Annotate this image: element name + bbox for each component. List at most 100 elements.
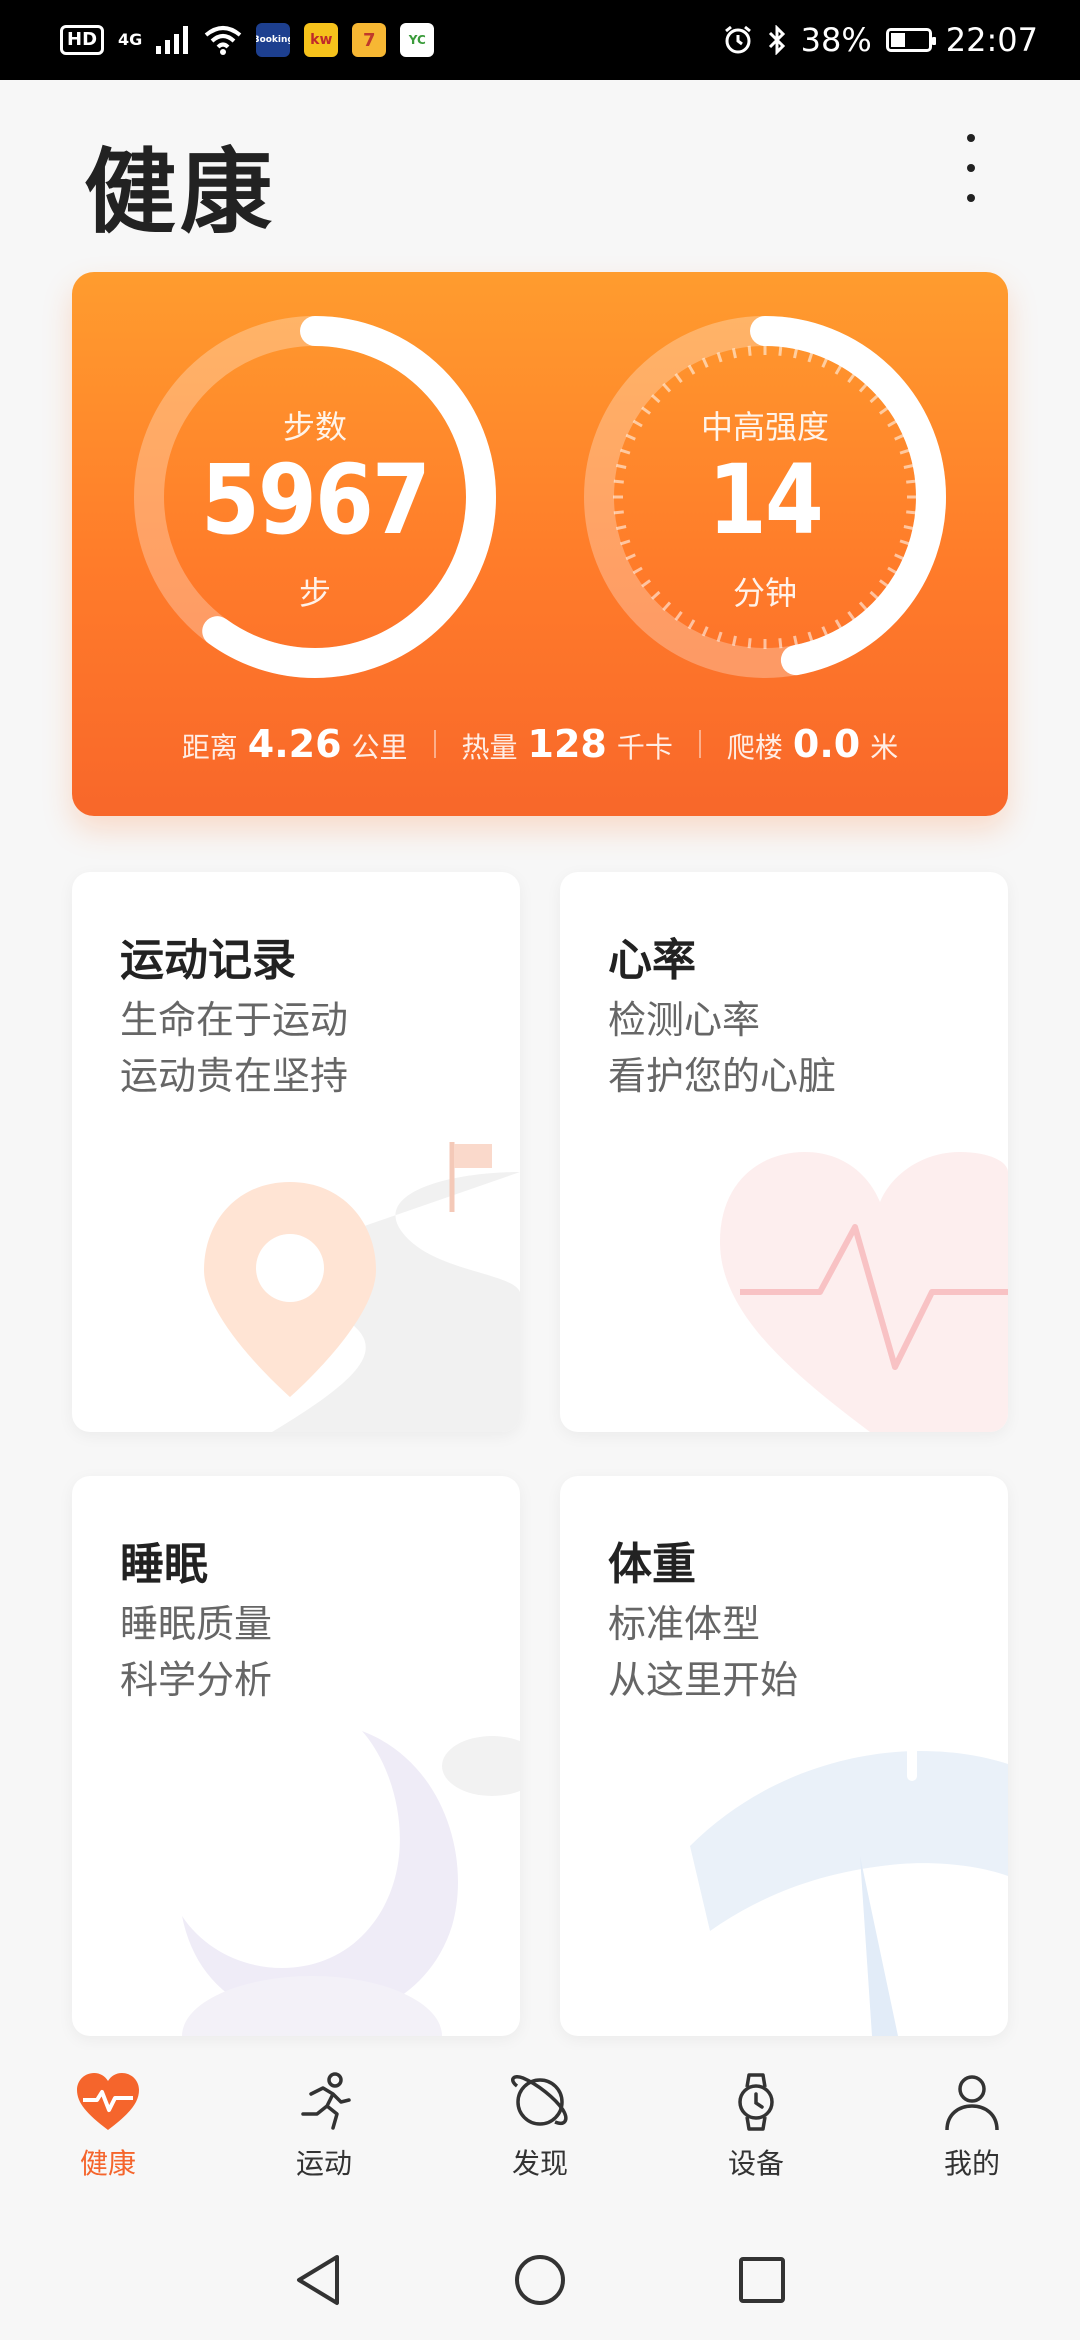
stat-floors: 爬楼 0.0 米 <box>727 722 898 766</box>
ring-tick <box>869 394 879 404</box>
steps-value: 5967 <box>200 444 431 556</box>
stat-value: 4.26 <box>247 722 342 766</box>
nav-discover[interactable]: 发现 <box>460 2050 620 2220</box>
card-subtitle-line: 看护您的心脏 <box>608 1054 837 1098</box>
ring-tick <box>778 638 783 649</box>
planet-icon <box>511 2074 568 2126</box>
ring-tick <box>701 357 709 368</box>
ring-tick <box>747 345 752 356</box>
yc-app-icon: YC <box>400 23 435 57</box>
watch-icon <box>738 2073 774 2131</box>
back-icon[interactable] <box>293 2253 343 2307</box>
card-subtitle-line: 检测心率 <box>608 998 761 1042</box>
hd-badge: HD <box>60 25 105 55</box>
recents-icon[interactable] <box>737 2255 787 2305</box>
ring-tick <box>674 373 683 384</box>
ring-tick <box>687 364 696 375</box>
nav-label: 设备 <box>727 2147 784 2180</box>
ring-tick <box>821 626 829 637</box>
intensity-label: 中高强度 <box>700 408 829 446</box>
stat-value: 128 <box>527 722 607 766</box>
card-subtitle-line: 科学分析 <box>120 1658 273 1702</box>
divider <box>433 730 436 758</box>
ring-tick <box>747 638 752 649</box>
stat-unit: 米 <box>870 731 899 764</box>
card-heart-rate[interactable]: 心率 检测心率 看护您的心脏 <box>560 872 1008 1432</box>
nav-label: 健康 <box>79 2147 136 2180</box>
divider <box>698 730 701 758</box>
ring-tick <box>731 635 737 646</box>
ring-tick <box>834 619 843 630</box>
clock: 22:07 <box>945 21 1038 59</box>
more-options-button[interactable] <box>956 128 986 208</box>
nav-health[interactable]: 健康 <box>28 2050 188 2220</box>
stat-distance: 距离 4.26 公里 <box>182 722 408 766</box>
status-bar: HD 4G Booking kw 7 YC 38% 22:07 <box>0 0 1080 80</box>
stat-unit: 千卡 <box>616 731 673 764</box>
intensity-unit: 分钟 <box>732 574 797 612</box>
card-subtitle: 睡眠质量 科学分析 <box>120 1596 272 1708</box>
summary-stats-row: 距离 4.26 公里 热量 128 千卡 爬楼 0.0 米 <box>72 722 1008 766</box>
nav-label: 我的 <box>943 2147 1000 2180</box>
stat-label: 热量 <box>461 731 518 764</box>
stat-label: 距离 <box>181 731 238 764</box>
stat-value: 0.0 <box>792 722 861 766</box>
network-type: 4G <box>118 30 143 49</box>
stat-unit: 公里 <box>351 731 408 764</box>
nav-me[interactable]: 我的 <box>892 2050 1052 2220</box>
bluetooth-icon <box>768 25 785 55</box>
card-sleep[interactable]: 睡眠 睡眠质量 科学分析 <box>72 1476 520 2036</box>
card-title: 体重 <box>608 1539 696 1590</box>
ring-tick <box>807 351 814 363</box>
card-subtitle: 生命在于运动 运动贵在坚持 <box>120 992 348 1104</box>
intensity-value: 14 <box>707 444 824 556</box>
card-subtitle: 标准体型 从这里开始 <box>608 1596 798 1708</box>
ring-tick <box>793 348 799 359</box>
intensity-ring[interactable]: 中高强度 14 分钟 <box>580 312 950 682</box>
nav-exercise[interactable]: 运动 <box>244 2050 404 2220</box>
card-subtitle-line: 生命在于运动 <box>120 998 349 1042</box>
steps-label: 步数 <box>282 408 347 446</box>
ring-tick <box>731 348 737 359</box>
ring-tick <box>858 383 868 393</box>
ring-tick <box>687 619 696 630</box>
dot-icon <box>967 164 975 172</box>
ring-tick <box>651 394 661 404</box>
dot-icon <box>967 194 975 202</box>
status-right: 38% 22:07 <box>723 21 1038 59</box>
nav-devices[interactable]: 设备 <box>676 2050 836 2220</box>
stat-calories: 热量 128 千卡 <box>462 722 673 766</box>
card-subtitle-line: 标准体型 <box>608 1602 761 1646</box>
steps-ring[interactable]: 步数 5967 步 <box>130 312 500 682</box>
nav-label: 发现 <box>511 2147 568 2180</box>
home-icon[interactable] <box>513 2253 567 2307</box>
status-left: HD 4G Booking kw 7 YC <box>60 23 435 57</box>
seven-app-icon: 7 <box>352 23 387 57</box>
ring-tick <box>821 357 829 368</box>
activity-summary-card[interactable]: 步数 5967 步 中高强度 14 分钟 距离 4.26 公里 热量 128 千… <box>72 272 1008 816</box>
alarm-icon <box>724 25 751 54</box>
signal-icon <box>156 26 189 54</box>
battery-icon <box>885 28 936 52</box>
card-title: 心率 <box>608 935 696 986</box>
ring-tick <box>716 631 723 643</box>
card-subtitle-line: 从这里开始 <box>608 1658 799 1702</box>
ring-tick <box>716 351 723 363</box>
ring-tick <box>793 635 799 646</box>
booking-app-icon: Booking <box>256 23 291 57</box>
card-weight[interactable]: 体重 标准体型 从这里开始 <box>560 1476 1008 2036</box>
steps-unit: 步 <box>298 574 331 612</box>
wifi-icon <box>205 26 242 55</box>
card-exercise-records[interactable]: 运动记录 生命在于运动 运动贵在坚持 <box>72 872 520 1432</box>
dot-icon <box>967 134 975 142</box>
running-icon <box>301 2072 351 2130</box>
ring-tick <box>834 364 843 375</box>
ring-tick <box>807 631 814 643</box>
card-subtitle-line: 睡眠质量 <box>120 1602 273 1646</box>
ring-tick <box>662 383 672 393</box>
card-title: 运动记录 <box>120 935 296 986</box>
ring-tick <box>847 373 856 384</box>
card-subtitle-line: 运动贵在坚持 <box>120 1054 349 1098</box>
page-title: 健康 <box>84 139 277 246</box>
bottom-navigation: 健康 运动 发现 设备 我的 <box>0 2050 1080 2220</box>
